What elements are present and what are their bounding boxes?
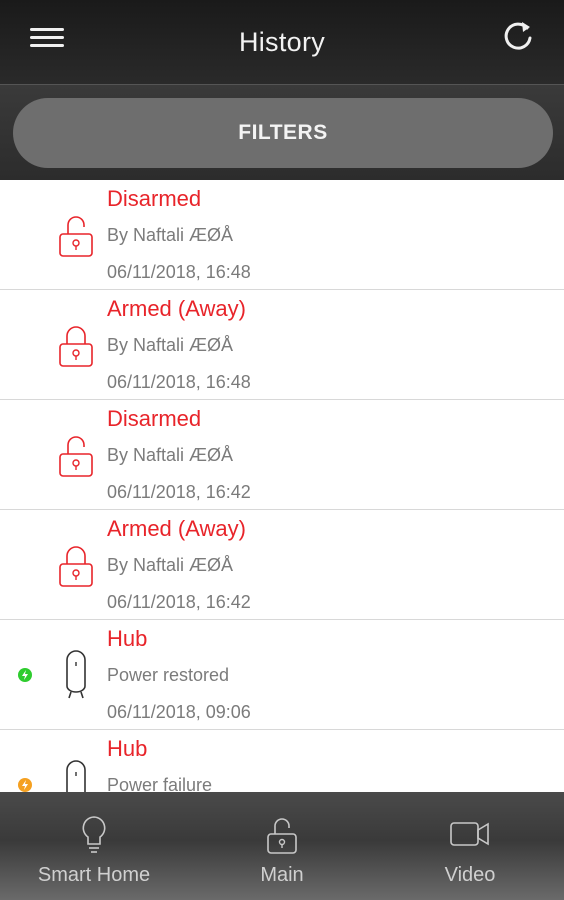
power-failure-icon [18,778,32,792]
nav-smart-home[interactable]: Smart Home [0,792,188,900]
nav-video[interactable]: Video [376,792,564,900]
filters-button[interactable]: FILTERS [13,98,553,168]
hub-icon [66,650,86,699]
history-item[interactable]: Hub Power restored 06/11/2018, 09:06 [0,620,564,730]
locked-padlock-icon [59,546,93,587]
event-detail: By Naftali ÆØÅ [107,555,234,575]
event-timestamp: 06/11/2018, 09:06 [107,702,251,722]
event-detail: Power restored [107,665,230,685]
history-list: Disarmed By Naftali ÆØÅ 06/11/2018, 16:4… [0,180,564,792]
hub-icon [66,760,86,792]
unlocked-padlock-icon [59,216,93,257]
event-title: Hub [107,736,148,761]
event-detail: Power failure [107,775,213,792]
nav-label: Main [260,864,304,886]
bottom-navigation: Smart Home Main Video [0,792,564,900]
history-item[interactable]: Armed (Away) By Naftali ÆØÅ 06/11/2018, … [0,510,564,620]
filter-bar: FILTERS [0,84,564,180]
padlock-icon [267,818,297,854]
event-detail: By Naftali ÆØÅ [107,445,234,465]
lightbulb-icon [82,816,106,853]
history-item[interactable]: Armed (Away) By Naftali ÆØÅ 06/11/2018, … [0,290,564,400]
app-header: History [0,0,564,84]
nav-label: Smart Home [37,864,151,886]
event-detail: By Naftali ÆØÅ [107,335,234,355]
event-timestamp: 06/11/2018, 16:42 [107,482,251,502]
event-timestamp: 06/11/2018, 16:48 [107,372,251,392]
nav-label: Video [444,864,496,886]
event-timestamp: 06/11/2018, 16:42 [107,592,251,612]
event-title: Armed (Away) [107,296,246,321]
hamburger-menu-icon[interactable] [30,26,66,50]
page-title: History [238,26,326,57]
locked-padlock-icon [59,326,93,367]
nav-main[interactable]: Main [188,792,376,900]
event-title: Disarmed [107,186,202,211]
history-item[interactable]: Disarmed By Naftali ÆØÅ 06/11/2018, 16:4… [0,400,564,510]
refresh-icon[interactable] [500,16,536,54]
event-title: Disarmed [107,406,202,431]
event-title: Armed (Away) [107,516,246,541]
power-restored-icon [18,668,32,682]
video-camera-icon [450,822,489,846]
event-timestamp: 06/11/2018, 16:48 [107,262,251,282]
history-item[interactable]: Hub Power failure [0,730,564,792]
history-item[interactable]: Disarmed By Naftali ÆØÅ 06/11/2018, 16:4… [0,180,564,290]
unlocked-padlock-icon [59,436,93,477]
event-title: Hub [107,626,148,651]
event-detail: By Naftali ÆØÅ [107,225,234,245]
